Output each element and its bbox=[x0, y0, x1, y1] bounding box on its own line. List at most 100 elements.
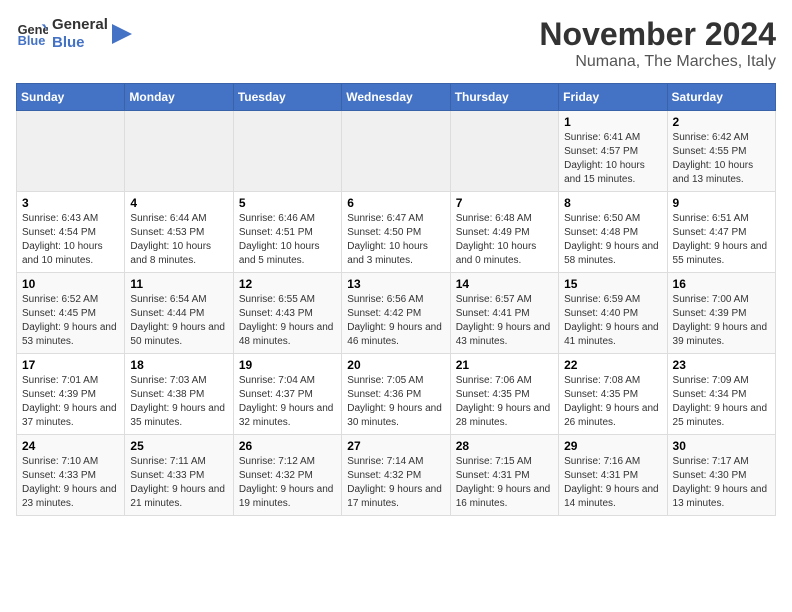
calendar-cell: 11 Sunrise: 6:54 AM Sunset: 4:44 PM Dayli… bbox=[125, 273, 233, 354]
calendar-cell: 15 Sunrise: 6:59 AM Sunset: 4:40 PM Dayli… bbox=[559, 273, 667, 354]
day-number: 28 bbox=[456, 439, 553, 453]
day-number: 14 bbox=[456, 277, 553, 291]
calendar-cell: 13 Sunrise: 6:56 AM Sunset: 4:42 PM Dayli… bbox=[342, 273, 450, 354]
day-number: 1 bbox=[564, 115, 661, 129]
weekday-header-tuesday: Tuesday bbox=[233, 84, 341, 111]
weekday-header-row: SundayMondayTuesdayWednesdayThursdayFrid… bbox=[17, 84, 776, 111]
day-number: 4 bbox=[130, 196, 227, 210]
day-info: Sunrise: 7:05 AM Sunset: 4:36 PM Dayligh… bbox=[347, 374, 444, 430]
day-info: Sunrise: 6:44 AM Sunset: 4:53 PM Dayligh… bbox=[130, 212, 227, 268]
day-number: 16 bbox=[673, 277, 770, 291]
calendar-cell: 9 Sunrise: 6:51 AM Sunset: 4:47 PM Daylig… bbox=[667, 192, 775, 273]
day-info: Sunrise: 6:51 AM Sunset: 4:47 PM Dayligh… bbox=[673, 212, 770, 268]
weekday-header-sunday: Sunday bbox=[17, 84, 125, 111]
calendar-cell bbox=[342, 111, 450, 192]
calendar-cell: 29 Sunrise: 7:16 AM Sunset: 4:31 PM Dayli… bbox=[559, 435, 667, 516]
day-number: 11 bbox=[130, 277, 227, 291]
calendar-cell: 22 Sunrise: 7:08 AM Sunset: 4:35 PM Dayli… bbox=[559, 354, 667, 435]
day-info: Sunrise: 7:17 AM Sunset: 4:30 PM Dayligh… bbox=[673, 455, 770, 511]
day-number: 24 bbox=[22, 439, 119, 453]
weekday-header-friday: Friday bbox=[559, 84, 667, 111]
day-number: 22 bbox=[564, 358, 661, 372]
day-number: 9 bbox=[673, 196, 770, 210]
weekday-header-wednesday: Wednesday bbox=[342, 84, 450, 111]
day-number: 15 bbox=[564, 277, 661, 291]
svg-text:Blue: Blue bbox=[18, 33, 46, 48]
day-info: Sunrise: 7:04 AM Sunset: 4:37 PM Dayligh… bbox=[239, 374, 336, 430]
day-number: 17 bbox=[22, 358, 119, 372]
day-info: Sunrise: 6:48 AM Sunset: 4:49 PM Dayligh… bbox=[456, 212, 553, 268]
day-info: Sunrise: 6:59 AM Sunset: 4:40 PM Dayligh… bbox=[564, 293, 661, 349]
day-number: 23 bbox=[673, 358, 770, 372]
day-number: 8 bbox=[564, 196, 661, 210]
day-info: Sunrise: 7:16 AM Sunset: 4:31 PM Dayligh… bbox=[564, 455, 661, 511]
day-number: 18 bbox=[130, 358, 227, 372]
day-number: 25 bbox=[130, 439, 227, 453]
day-number: 26 bbox=[239, 439, 336, 453]
calendar-cell: 10 Sunrise: 6:52 AM Sunset: 4:45 PM Dayli… bbox=[17, 273, 125, 354]
location: Numana, The Marches, Italy bbox=[539, 53, 776, 71]
calendar-week-row: 3Sunrise: 6:43 AM Sunset: 4:54 PM Daylig… bbox=[17, 192, 776, 273]
calendar-cell: 8Sunrise: 6:50 AM Sunset: 4:48 PM Daylig… bbox=[559, 192, 667, 273]
calendar-cell: 28 Sunrise: 7:15 AM Sunset: 4:31 PM Dayli… bbox=[450, 435, 558, 516]
day-number: 10 bbox=[22, 277, 119, 291]
calendar-cell: 6 Sunrise: 6:47 AM Sunset: 4:50 PM Daylig… bbox=[342, 192, 450, 273]
day-info: Sunrise: 7:08 AM Sunset: 4:35 PM Dayligh… bbox=[564, 374, 661, 430]
calendar-cell: 30Sunrise: 7:17 AM Sunset: 4:30 PM Dayli… bbox=[667, 435, 775, 516]
calendar-cell: 20 Sunrise: 7:05 AM Sunset: 4:36 PM Dayli… bbox=[342, 354, 450, 435]
day-info: Sunrise: 6:52 AM Sunset: 4:45 PM Dayligh… bbox=[22, 293, 119, 349]
logo-arrow-icon bbox=[112, 24, 132, 44]
day-number: 5 bbox=[239, 196, 336, 210]
day-info: Sunrise: 6:54 AM Sunset: 4:44 PM Dayligh… bbox=[130, 293, 227, 349]
day-info: Sunrise: 6:41 AM Sunset: 4:57 PM Dayligh… bbox=[564, 131, 661, 187]
day-number: 27 bbox=[347, 439, 444, 453]
calendar-week-row: 17 Sunrise: 7:01 AM Sunset: 4:39 PM Dayli… bbox=[17, 354, 776, 435]
calendar-cell: 21 Sunrise: 7:06 AM Sunset: 4:35 PM Dayli… bbox=[450, 354, 558, 435]
day-info: Sunrise: 6:42 AM Sunset: 4:55 PM Dayligh… bbox=[673, 131, 770, 187]
day-info: Sunrise: 6:43 AM Sunset: 4:54 PM Dayligh… bbox=[22, 212, 119, 268]
calendar-cell: 17 Sunrise: 7:01 AM Sunset: 4:39 PM Dayli… bbox=[17, 354, 125, 435]
calendar-cell bbox=[233, 111, 341, 192]
calendar-cell: 1 Sunrise: 6:41 AM Sunset: 4:57 PM Daylig… bbox=[559, 111, 667, 192]
day-info: Sunrise: 7:09 AM Sunset: 4:34 PM Dayligh… bbox=[673, 374, 770, 430]
weekday-header-monday: Monday bbox=[125, 84, 233, 111]
day-number: 21 bbox=[456, 358, 553, 372]
day-info: Sunrise: 7:01 AM Sunset: 4:39 PM Dayligh… bbox=[22, 374, 119, 430]
day-number: 2 bbox=[673, 115, 770, 129]
calendar-week-row: 10 Sunrise: 6:52 AM Sunset: 4:45 PM Dayli… bbox=[17, 273, 776, 354]
day-info: Sunrise: 7:06 AM Sunset: 4:35 PM Dayligh… bbox=[456, 374, 553, 430]
logo: General Blue General Blue bbox=[16, 16, 132, 52]
day-number: 13 bbox=[347, 277, 444, 291]
calendar-cell: 24 Sunrise: 7:10 AM Sunset: 4:33 PM Dayli… bbox=[17, 435, 125, 516]
day-number: 29 bbox=[564, 439, 661, 453]
calendar-cell: 7Sunrise: 6:48 AM Sunset: 4:49 PM Daylig… bbox=[450, 192, 558, 273]
calendar-cell: 18 Sunrise: 7:03 AM Sunset: 4:38 PM Dayli… bbox=[125, 354, 233, 435]
weekday-header-thursday: Thursday bbox=[450, 84, 558, 111]
calendar-cell: 2 Sunrise: 6:42 AM Sunset: 4:55 PM Daylig… bbox=[667, 111, 775, 192]
month-title: November 2024 bbox=[539, 16, 776, 53]
calendar-cell bbox=[17, 111, 125, 192]
day-number: 6 bbox=[347, 196, 444, 210]
calendar-cell: 12 Sunrise: 6:55 AM Sunset: 4:43 PM Dayli… bbox=[233, 273, 341, 354]
day-number: 19 bbox=[239, 358, 336, 372]
day-number: 12 bbox=[239, 277, 336, 291]
day-info: Sunrise: 6:47 AM Sunset: 4:50 PM Dayligh… bbox=[347, 212, 444, 268]
calendar-cell: 19 Sunrise: 7:04 AM Sunset: 4:37 PM Dayli… bbox=[233, 354, 341, 435]
day-info: Sunrise: 7:10 AM Sunset: 4:33 PM Dayligh… bbox=[22, 455, 119, 511]
calendar-table: SundayMondayTuesdayWednesdayThursdayFrid… bbox=[16, 83, 776, 516]
day-info: Sunrise: 6:56 AM Sunset: 4:42 PM Dayligh… bbox=[347, 293, 444, 349]
day-info: Sunrise: 7:12 AM Sunset: 4:32 PM Dayligh… bbox=[239, 455, 336, 511]
day-number: 20 bbox=[347, 358, 444, 372]
day-info: Sunrise: 7:00 AM Sunset: 4:39 PM Dayligh… bbox=[673, 293, 770, 349]
title-area: November 2024 Numana, The Marches, Italy bbox=[539, 16, 776, 71]
day-info: Sunrise: 7:15 AM Sunset: 4:31 PM Dayligh… bbox=[456, 455, 553, 511]
day-info: Sunrise: 7:11 AM Sunset: 4:33 PM Dayligh… bbox=[130, 455, 227, 511]
calendar-cell: 14Sunrise: 6:57 AM Sunset: 4:41 PM Dayli… bbox=[450, 273, 558, 354]
calendar-cell bbox=[450, 111, 558, 192]
calendar-cell: 5Sunrise: 6:46 AM Sunset: 4:51 PM Daylig… bbox=[233, 192, 341, 273]
header: General Blue General Blue November 2024 … bbox=[16, 16, 776, 71]
logo-icon: General Blue bbox=[16, 18, 48, 50]
day-info: Sunrise: 6:55 AM Sunset: 4:43 PM Dayligh… bbox=[239, 293, 336, 349]
calendar-cell: 16 Sunrise: 7:00 AM Sunset: 4:39 PM Dayli… bbox=[667, 273, 775, 354]
day-info: Sunrise: 7:03 AM Sunset: 4:38 PM Dayligh… bbox=[130, 374, 227, 430]
